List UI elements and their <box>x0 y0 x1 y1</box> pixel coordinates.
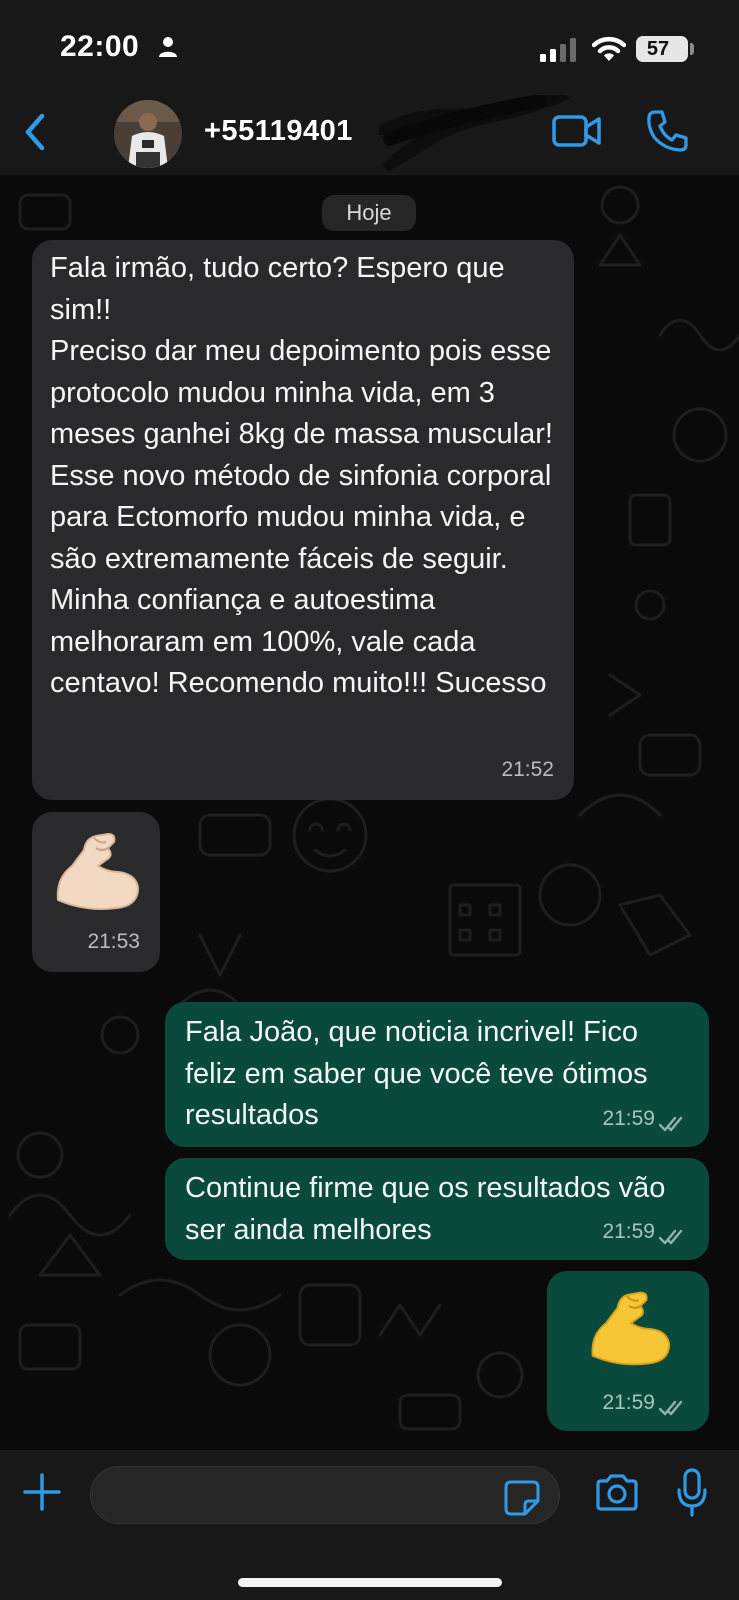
attach-button[interactable] <box>22 1472 62 1517</box>
camera-button[interactable] <box>594 1474 640 1517</box>
message-time: 21:59 <box>602 1106 655 1130</box>
incoming-emoji-message[interactable]: 21:53 <box>32 812 160 972</box>
outgoing-emoji-message[interactable]: 21:59 <box>547 1271 709 1431</box>
battery-icon: 57 <box>636 36 688 62</box>
chat-area[interactable]: Hoje Fala irmão, tudo certo? Espero que … <box>0 175 739 1450</box>
signal-icon <box>540 38 576 62</box>
message-time: 21:52 <box>501 757 554 781</box>
flexed-biceps-icon <box>585 1283 673 1386</box>
flexed-biceps-icon <box>50 826 142 929</box>
outgoing-message[interactable]: Fala João, que noticia incrivel! Fico fe… <box>165 1002 709 1147</box>
person-icon <box>158 36 178 63</box>
battery-cap <box>690 43 694 55</box>
read-receipt-icon <box>659 1116 683 1132</box>
message-field[interactable] <box>90 1466 560 1524</box>
microphone-icon <box>677 1468 707 1517</box>
redaction-scribble <box>360 89 580 180</box>
video-call-icon <box>552 115 601 147</box>
message-time: 21:59 <box>602 1219 655 1243</box>
sticker-icon <box>504 1480 540 1516</box>
message-time: 21:59 <box>602 1390 655 1414</box>
plus-icon <box>23 1473 61 1511</box>
back-button[interactable] <box>14 107 54 157</box>
camera-icon <box>596 1474 638 1511</box>
message-input[interactable] <box>111 1467 491 1523</box>
outgoing-message[interactable]: Continue firme que os resultados vão ser… <box>165 1158 709 1260</box>
date-separator: Hoje <box>322 195 416 231</box>
avatar[interactable] <box>114 100 182 168</box>
message-time: 21:53 <box>87 929 140 953</box>
phone-icon <box>647 110 688 152</box>
read-receipt-icon <box>659 1400 683 1416</box>
message-text: Fala irmão, tudo certo? Espero que sim!!… <box>50 252 553 699</box>
sticker-button[interactable] <box>503 1479 541 1522</box>
incoming-message[interactable]: Fala irmão, tudo certo? Espero que sim!!… <box>32 240 574 800</box>
status-bar: 22:00 57 <box>0 0 739 95</box>
status-time: 22:00 <box>60 30 140 63</box>
input-bar <box>0 1450 739 1600</box>
read-receipt-icon <box>659 1229 683 1245</box>
contact-name[interactable]: +55119401 <box>204 115 353 148</box>
video-call-button[interactable] <box>552 113 602 154</box>
voice-call-button[interactable] <box>646 109 688 158</box>
chevron-left-icon <box>25 113 45 151</box>
wifi-icon <box>591 36 627 67</box>
home-indicator[interactable] <box>238 1578 502 1587</box>
microphone-button[interactable] <box>676 1468 708 1523</box>
chat-header: +55119401 <box>0 89 739 175</box>
battery-level: 57 <box>646 38 670 60</box>
